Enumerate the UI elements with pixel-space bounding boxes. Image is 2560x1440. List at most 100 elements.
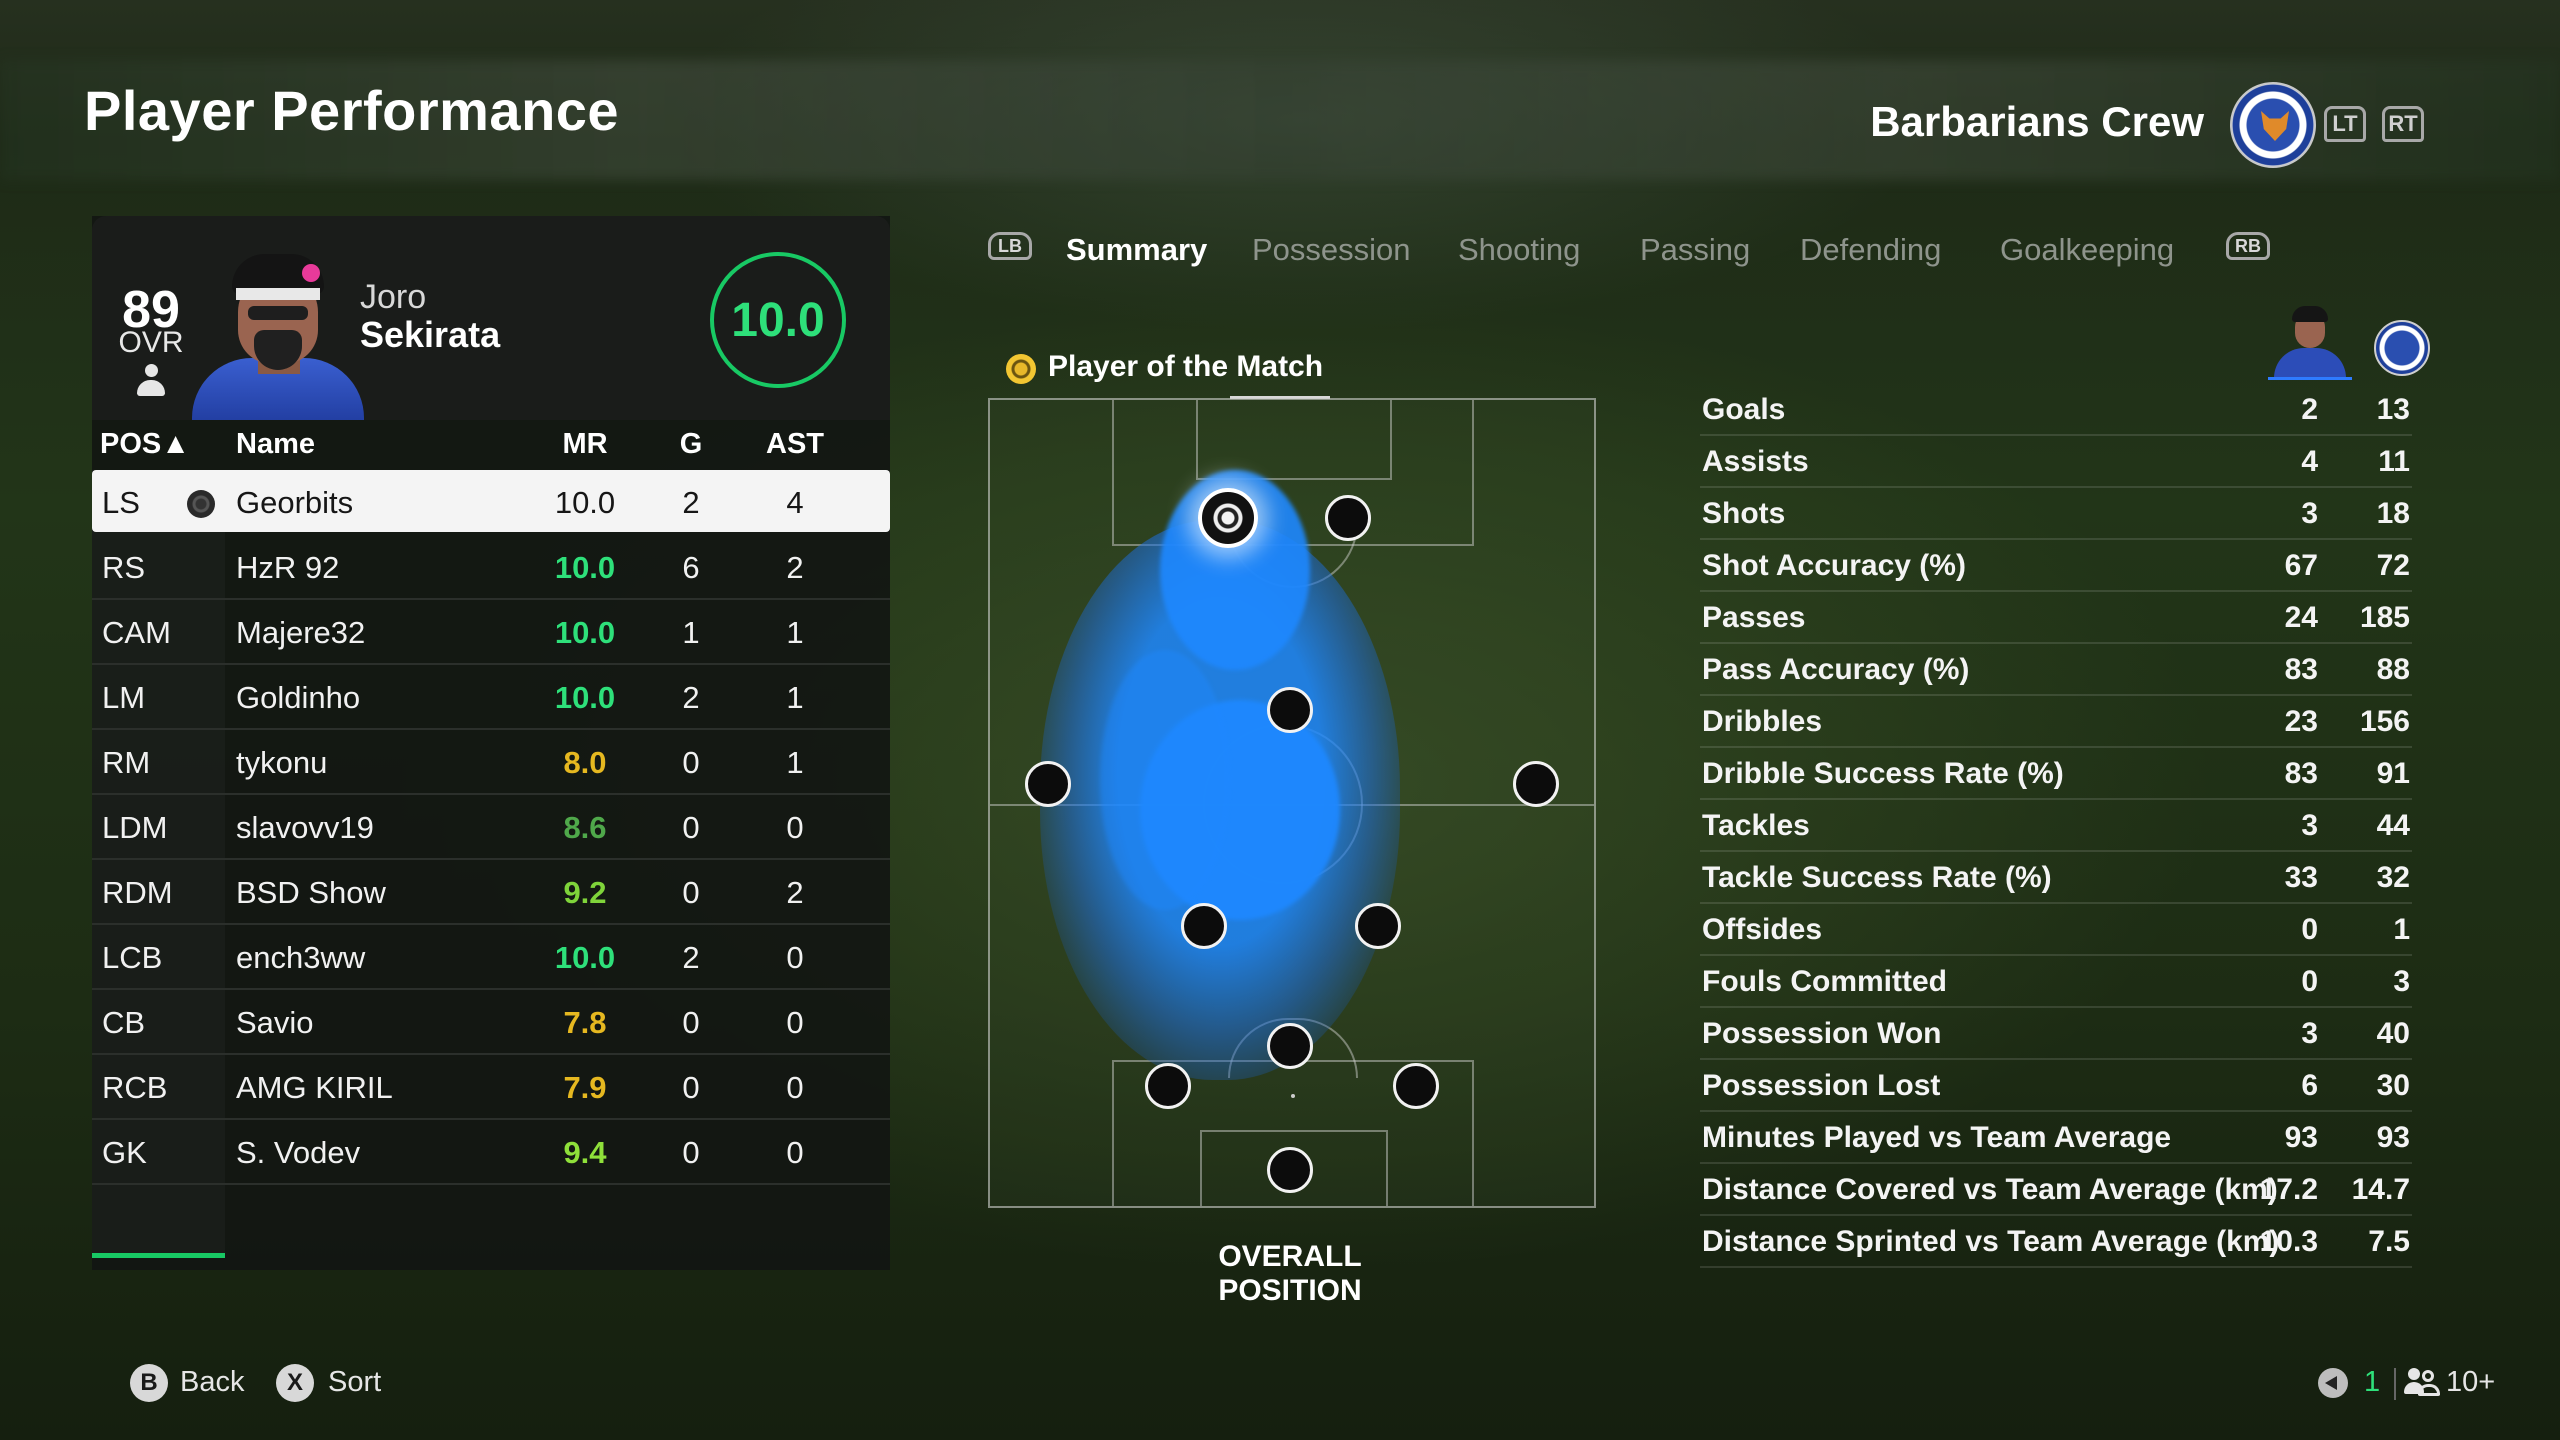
stat-player-value: 23 [2284,705,2318,738]
row-match-rating: 10.0 [554,940,616,975]
mr-column-header[interactable]: MR [532,428,638,461]
stat-row: Shot Accuracy (%) 67 72 [1700,540,2412,592]
row-goals: 1 [682,615,700,650]
stat-player-value: 3 [2301,497,2318,530]
ast-column-header[interactable]: AST [764,428,826,461]
row-assists: 0 [786,1135,804,1170]
stat-player-value: 17.2 [2259,1173,2318,1206]
table-row[interactable]: RCB AMG KIRIL 7.9 0 0 [92,1055,890,1120]
rt-button-icon[interactable]: RT [2382,106,2424,142]
sort-label[interactable]: Sort [328,1366,381,1399]
tab-defending[interactable]: Defending [1800,232,1941,268]
stat-row: Offsides 0 1 [1700,904,2412,956]
club-crest-icon [2230,82,2316,168]
stat-label: Dribble Success Rate (%) [1702,757,2064,790]
row-goals: 2 [682,940,700,975]
stat-label: Goals [1702,393,1786,426]
row-position: LDM [102,810,168,845]
pos-column-header[interactable]: POS▲ [100,428,190,461]
player-marker-lcb[interactable] [1145,1063,1191,1109]
player-marker-rm[interactable] [1513,761,1559,807]
stat-row: Assists 4 11 [1700,436,2412,488]
row-player-name: HzR 92 [236,550,340,585]
back-label[interactable]: Back [180,1366,244,1399]
table-row[interactable]: RDM BSD Show 9.2 0 2 [92,860,890,925]
stat-player-value: 0 [2301,965,2318,998]
x-button-icon[interactable]: X [276,1364,314,1402]
player-of-the-match-label: Player of the Match [1048,350,1324,383]
player-of-the-match-icon [1006,354,1036,384]
row-player-name: AMG KIRIL [236,1070,393,1105]
match-rating-badge: 10.0 [710,252,846,388]
party-icon [2404,1368,2444,1398]
row-match-rating: 10.0 [554,615,616,650]
row-position: LCB [102,940,163,975]
player-marker-lm[interactable] [1025,761,1071,807]
football-icon [187,490,215,518]
row-player-name: S. Vodev [236,1135,361,1170]
stat-label: Passes [1702,601,1806,634]
stats-list: Goals 2 13 Assists 4 11 Shots 3 18 Shot Accuracy … [1700,384,2412,1268]
tab-goalkeeping[interactable]: Goalkeeping [2000,232,2174,268]
table-row[interactable]: LDM slavovv19 8.6 0 0 [92,795,890,860]
stat-player-value: 24 [2284,601,2318,634]
stat-row: Distance Sprinted vs Team Average (km) 10… [1700,1216,2412,1268]
row-match-rating: 7.8 [563,1005,607,1040]
stat-team-value: 88 [2376,653,2410,686]
g-column-header[interactable]: G [668,428,714,461]
lb-button-icon[interactable]: LB [988,232,1032,260]
stat-player-value: 83 [2284,653,2318,686]
player-marker-ldm[interactable] [1181,903,1227,949]
table-row[interactable]: LS Georbits 10.0 2 4 [92,470,890,532]
player-marker-rs[interactable] [1325,495,1371,541]
table-row[interactable]: GK S. Vodev 9.4 0 0 [92,1120,890,1185]
row-goals: 2 [682,680,700,715]
row-player-name: slavovv19 [236,810,374,845]
lt-button-icon[interactable]: LT [2324,106,2366,142]
row-match-rating: 9.2 [563,875,607,910]
row-goals: 0 [682,810,700,845]
row-assists: 1 [786,745,804,780]
tab-passing[interactable]: Passing [1640,232,1750,268]
stat-row: Pass Accuracy (%) 83 88 [1700,644,2412,696]
player-marker-cb[interactable] [1267,1023,1313,1069]
stat-label: Tackles [1702,809,1810,842]
stat-team-value: 91 [2376,757,2410,790]
stat-row: Possession Won 3 40 [1700,1008,2412,1060]
stat-team-value: 11 [2378,445,2410,478]
row-position: RCB [102,1070,168,1105]
stat-label: Shot Accuracy (%) [1702,549,1966,582]
table-row[interactable]: LM Goldinho 10.0 2 1 [92,665,890,730]
table-row[interactable]: RS HzR 92 10.0 6 2 [92,535,890,600]
b-button-icon[interactable]: B [130,1364,168,1402]
row-match-rating: 9.4 [563,1135,607,1170]
ovr-label: OVR [118,326,184,359]
selected-player-marker[interactable] [1198,488,1258,548]
row-assists: 0 [786,810,804,845]
player-marker-cam[interactable] [1267,687,1313,733]
table-row[interactable]: RM tykonu 8.0 0 1 [92,730,890,795]
row-goals: 0 [682,1070,700,1105]
name-column-header[interactable]: Name [236,428,315,461]
pitch-heatmap [988,398,1596,1208]
voice-chat-icon [2318,1368,2348,1398]
row-position: RS [102,550,146,585]
tab-shooting[interactable]: Shooting [1458,232,1580,268]
table-row[interactable]: CAM Majere32 10.0 1 1 [92,600,890,665]
stat-team-value: 14.7 [2351,1173,2410,1206]
table-row[interactable]: CB Savio 7.8 0 0 [92,990,890,1055]
tab-summary[interactable]: Summary [1066,232,1207,268]
stat-team-value: 185 [2359,601,2410,634]
table-row[interactable]: LCB ench3ww 10.0 2 0 [92,925,890,990]
tab-possession[interactable]: Possession [1252,232,1411,268]
stat-label: Possession Lost [1702,1069,1941,1102]
team-crest-icon [2374,320,2430,376]
stat-row: Goals 2 13 [1700,384,2412,436]
player-marker-rdm[interactable] [1355,903,1401,949]
row-match-rating: 10.0 [554,680,616,715]
row-position: RM [102,745,151,780]
row-player-name: Goldinho [236,680,361,715]
player-marker-rcb[interactable] [1393,1063,1439,1109]
player-marker-gk[interactable] [1267,1147,1313,1193]
rb-button-icon[interactable]: RB [2226,232,2270,260]
